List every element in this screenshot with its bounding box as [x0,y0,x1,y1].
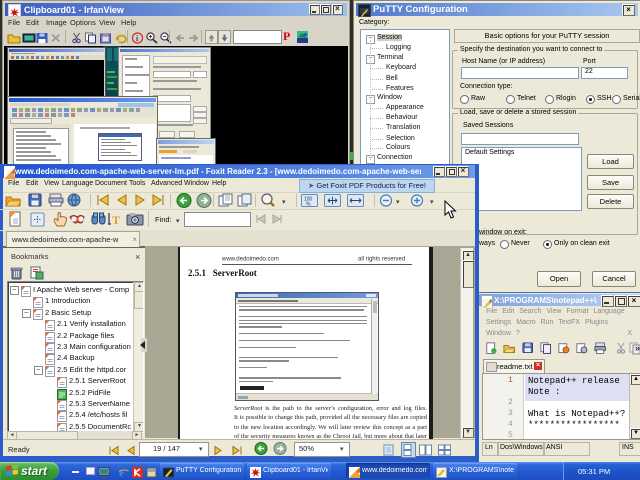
svg-text:i: i [136,34,139,43]
svg-text:%: % [306,202,311,208]
svg-text:e: e [119,468,124,479]
svg-text:T: T [112,213,120,227]
